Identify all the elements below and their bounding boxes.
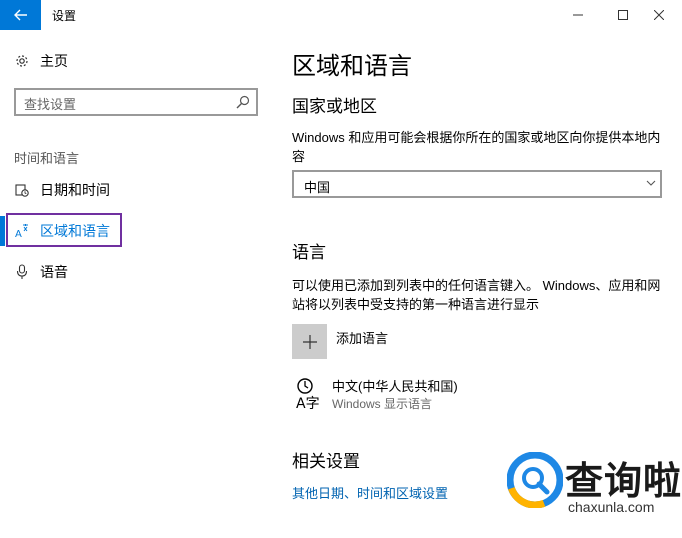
language-subtitle: Windows 显示语言 (332, 397, 433, 411)
related-heading: 相关设置 (292, 452, 360, 471)
watermark-url: chaxunla.com (568, 499, 655, 515)
language-pack-icon: A字 (296, 378, 320, 410)
sidebar: 主页 查找设置 时间和语言 日期和时间 A 区域和语言 语音 (0, 30, 276, 538)
sidebar-item-label: 语音 (40, 264, 68, 280)
window-title: 设置 (52, 9, 77, 23)
language-name: 中文(中华人民共和国) (332, 379, 458, 394)
maximize-icon (618, 10, 628, 20)
country-heading: 国家或地区 (292, 97, 377, 116)
sidebar-item-date-time[interactable]: 日期和时间 (0, 172, 276, 208)
clock-calendar-icon (14, 182, 30, 198)
chevron-down-icon (646, 180, 656, 186)
sidebar-home-label: 主页 (40, 53, 68, 69)
country-select-value: 中国 (304, 180, 331, 195)
sidebar-item-home[interactable]: 主页 (0, 43, 276, 79)
watermark-logo-icon (507, 452, 563, 508)
sidebar-item-speech[interactable]: 语音 (0, 254, 276, 290)
plus-tile (292, 324, 327, 359)
gear-icon (14, 53, 30, 69)
section-heading: 时间和语言 (14, 151, 80, 166)
back-button[interactable] (0, 0, 41, 30)
add-language-label: 添加语言 (336, 331, 389, 346)
sidebar-item-label: 日期和时间 (40, 182, 110, 198)
country-description: Windows 和应用可能会根据你所在的国家或地区向你提供本地内容 (292, 130, 661, 164)
related-settings-link[interactable]: 其他日期、时间和区域设置 (292, 483, 448, 502)
page-title: 区域和语言 (292, 53, 412, 80)
search-input[interactable]: 查找设置 (14, 88, 258, 116)
back-arrow-icon (13, 9, 27, 21)
search-icon[interactable] (236, 95, 250, 109)
sidebar-item-label: 区域和语言 (40, 223, 110, 239)
minimize-button[interactable] (555, 0, 601, 30)
sidebar-item-region-language[interactable]: A 区域和语言 (0, 213, 276, 249)
title-bar: 设置 (0, 0, 682, 30)
close-button[interactable] (636, 0, 682, 30)
language-description: 可以使用已添加到列表中的任何语言键入。 Windows、应用和网站将以列表中受支… (292, 278, 661, 312)
language-list-item[interactable]: A字 中文(中华人民共和国) Windows 显示语言 (292, 376, 592, 416)
plus-icon (302, 334, 317, 349)
country-select[interactable]: 中国 (292, 170, 662, 198)
svg-text:A: A (15, 229, 22, 239)
region-language-icon: A (14, 223, 30, 239)
search-placeholder: 查找设置 (24, 97, 77, 112)
add-language-button[interactable]: 添加语言 (292, 324, 492, 360)
close-icon (654, 10, 664, 20)
microphone-icon (14, 264, 30, 280)
svg-text:A字: A字 (296, 396, 320, 410)
minimize-icon (573, 14, 583, 16)
watermark-text: 查询啦 (565, 459, 682, 503)
language-heading: 语言 (292, 243, 326, 262)
